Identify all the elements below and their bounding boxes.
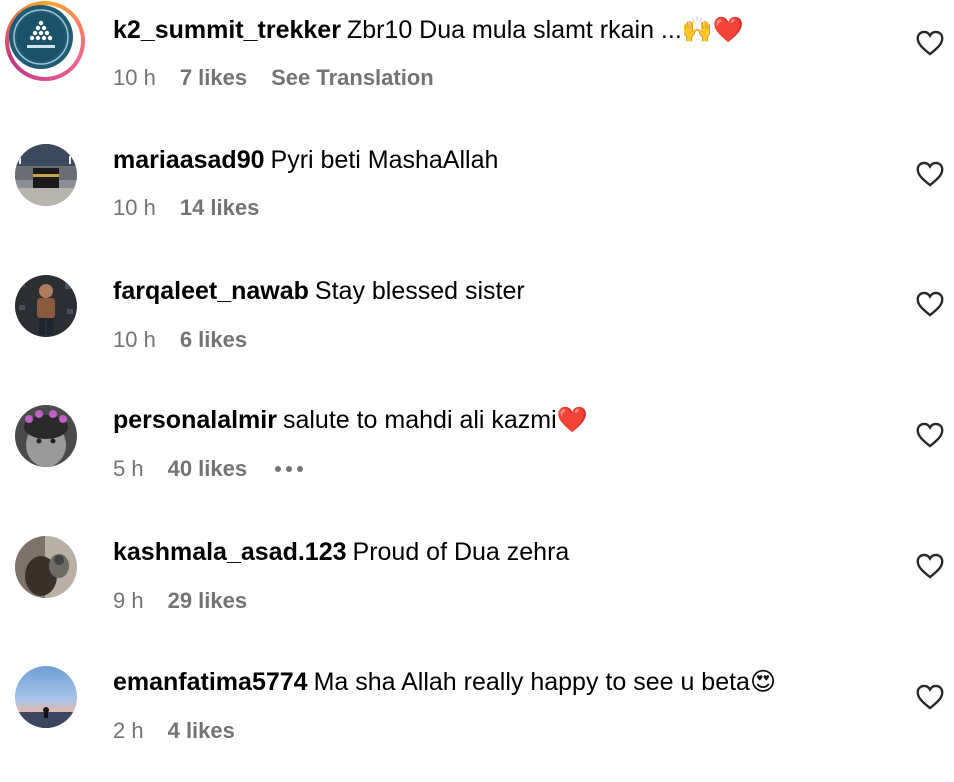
avatar-story-ring[interactable] xyxy=(5,1,85,81)
comment-text-line: emanfatima5774 Ma sha Allah really happy … xyxy=(113,667,776,697)
heart-outline-icon[interactable] xyxy=(916,553,944,579)
comment-item: farqaleet_nawab Stay blessed sister 10 h … xyxy=(0,261,954,391)
comment-item: personalalmir salute to mahdi ali kazmi❤️… xyxy=(0,391,954,521)
avatar[interactable] xyxy=(15,666,77,728)
comment-text-line: kashmala_asad.123 Proud of Dua zehra xyxy=(113,537,569,567)
heart-outline-icon[interactable] xyxy=(916,684,944,710)
avatar[interactable] xyxy=(15,275,77,337)
comment-meta: 10 h 7 likes See Translation xyxy=(113,65,434,91)
heart-outline-icon[interactable] xyxy=(916,291,944,317)
comment-item: kashmala_asad.123 Proud of Dua zehra 9 h … xyxy=(0,522,954,652)
comment-username[interactable]: k2_summit_trekker xyxy=(113,16,341,44)
comment-item: emanfatima5774 Ma sha Allah really happy … xyxy=(0,652,954,782)
comment-body: Pyri beti MashaAllah xyxy=(270,146,499,174)
comment-timestamp[interactable]: 10 h xyxy=(113,327,156,353)
comment-likes-count[interactable]: 29 likes xyxy=(168,588,248,614)
comment-likes-count[interactable]: 14 likes xyxy=(180,195,260,221)
avatar[interactable] xyxy=(15,144,77,206)
comment-text-line: personalalmir salute to mahdi ali kazmi❤️ xyxy=(113,405,588,435)
comment-item: k2_summit_trekker Zbr10 Dua mula slamt rk… xyxy=(0,0,954,130)
avatar[interactable] xyxy=(15,405,77,467)
comment-body: Proud of Dua zehra xyxy=(352,538,570,566)
comment-body: Zbr10 Dua mula slamt rkain ...🙌❤️ xyxy=(346,16,745,44)
see-translation-link[interactable]: See Translation xyxy=(271,65,434,91)
comment-likes-count[interactable]: 4 likes xyxy=(168,718,235,744)
ellipsis-icon[interactable] xyxy=(275,466,304,472)
comment-meta: 5 h 40 likes xyxy=(113,456,304,482)
comment-body: salute to mahdi ali kazmi❤️ xyxy=(282,406,588,434)
comment-item: mariaasad90 Pyri beti MashaAllah 10 h 14 … xyxy=(0,130,954,260)
comment-meta: 10 h 14 likes xyxy=(113,195,283,221)
comment-likes-count[interactable]: 7 likes xyxy=(180,65,247,91)
comment-body: Ma sha Allah really happy to see u beta😍 xyxy=(313,668,777,696)
comment-timestamp[interactable]: 10 h xyxy=(113,195,156,221)
comment-username[interactable]: kashmala_asad.123 xyxy=(113,538,347,566)
comment-timestamp[interactable]: 5 h xyxy=(113,456,144,482)
comment-meta: 2 h 4 likes xyxy=(113,718,259,744)
comment-likes-count[interactable]: 6 likes xyxy=(180,327,247,353)
comment-text-line: farqaleet_nawab Stay blessed sister xyxy=(113,276,525,306)
comment-text-line: mariaasad90 Pyri beti MashaAllah xyxy=(113,145,498,175)
comment-likes-count[interactable]: 40 likes xyxy=(168,456,248,482)
comment-meta: 10 h 6 likes xyxy=(113,327,271,353)
comment-text-line: k2_summit_trekker Zbr10 Dua mula slamt rk… xyxy=(113,15,744,45)
comment-username[interactable]: mariaasad90 xyxy=(113,146,265,174)
heart-outline-icon[interactable] xyxy=(916,161,944,187)
comment-timestamp[interactable]: 10 h xyxy=(113,65,156,91)
comment-username[interactable]: farqaleet_nawab xyxy=(113,277,309,305)
avatar[interactable] xyxy=(9,5,73,69)
comment-username[interactable]: emanfatima5774 xyxy=(113,668,308,696)
heart-outline-icon[interactable] xyxy=(916,30,944,56)
comment-username[interactable]: personalalmir xyxy=(113,406,277,434)
avatar[interactable] xyxy=(15,536,77,598)
comment-timestamp[interactable]: 2 h xyxy=(113,718,144,744)
comment-meta: 9 h 29 likes xyxy=(113,588,271,614)
comment-body: Stay blessed sister xyxy=(314,277,525,305)
heart-outline-icon[interactable] xyxy=(916,422,944,448)
comment-timestamp[interactable]: 9 h xyxy=(113,588,144,614)
